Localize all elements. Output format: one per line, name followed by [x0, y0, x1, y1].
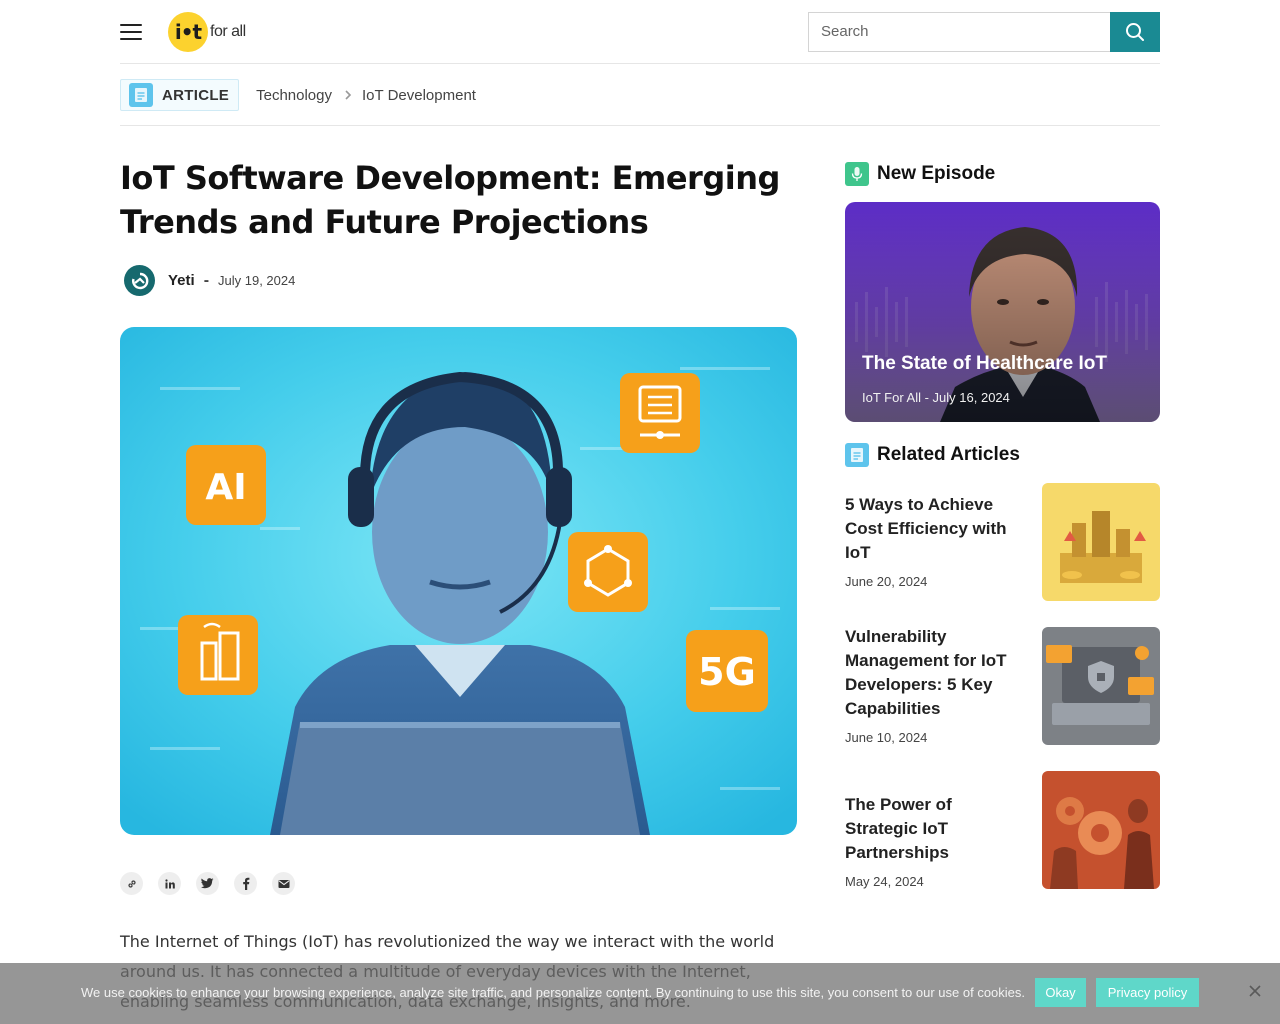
new-episode-label: New Episode	[877, 163, 996, 184]
article-date: July 19, 2024	[218, 273, 296, 288]
svg-text:AI: AI	[205, 467, 246, 508]
author-name[interactable]: Yeti	[168, 272, 195, 289]
microphone-icon	[845, 162, 869, 186]
related-article-item[interactable]: 5 Ways to Achieve Cost Efficiency with I…	[845, 483, 1160, 601]
share-bar	[120, 872, 310, 895]
search-input[interactable]	[808, 11, 1110, 52]
author-line: Yeti - July 19, 2024	[124, 265, 295, 296]
facebook-icon[interactable]	[234, 872, 257, 895]
email-icon[interactable]	[272, 872, 295, 895]
search-bar	[808, 11, 1160, 52]
related-article-item[interactable]: The Power of Strategic IoT Partnerships …	[845, 771, 1160, 889]
site-header: i•t for all	[120, 0, 1160, 64]
article-badge-label: ARTICLE	[162, 86, 230, 104]
search-icon	[1126, 22, 1144, 41]
cookie-okay-button[interactable]: Okay	[1035, 978, 1086, 1007]
article-title: IoT Software Development: Emerging Trend…	[120, 159, 780, 241]
related-articles-heading: Related Articles	[845, 443, 1020, 467]
related-article-title[interactable]: The Power of Strategic IoT Partnerships	[845, 793, 1027, 865]
author-avatar[interactable]	[124, 265, 155, 296]
related-article-title[interactable]: 5 Ways to Achieve Cost Efficiency with I…	[845, 493, 1027, 565]
site-logo[interactable]: i•t for all	[168, 11, 246, 52]
related-article-item[interactable]: Vulnerability Management for IoT Develop…	[845, 627, 1160, 745]
breadcrumb-iot-development[interactable]: IoT Development	[362, 87, 476, 104]
episode-image	[845, 202, 1160, 422]
twitter-icon[interactable]	[196, 872, 219, 895]
chevron-right-icon	[344, 89, 352, 101]
link-icon[interactable]	[120, 872, 143, 895]
linkedin-icon[interactable]	[158, 872, 181, 895]
episode-card[interactable]: The State of Healthcare IoT IoT For All …	[845, 202, 1160, 422]
svg-text:5G: 5G	[698, 650, 756, 694]
search-button[interactable]	[1110, 11, 1160, 52]
document-icon	[129, 83, 153, 107]
logo-mark: i•t	[168, 11, 208, 52]
close-icon[interactable]	[1245, 981, 1265, 1001]
related-article-date: May 24, 2024	[845, 874, 924, 889]
author-separator: -	[203, 271, 210, 289]
related-article-thumbnail[interactable]	[1042, 771, 1160, 889]
breadcrumb: ARTICLE Technology IoT Development	[120, 65, 1160, 126]
article-type-badge: ARTICLE	[120, 79, 240, 111]
related-article-title[interactable]: Vulnerability Management for IoT Develop…	[845, 625, 1027, 721]
cookie-text: We use cookies to enhance your browsing …	[81, 985, 1026, 1000]
related-article-thumbnail[interactable]	[1042, 483, 1160, 601]
cookie-banner: We use cookies to enhance your browsing …	[0, 963, 1280, 1024]
related-article-thumbnail[interactable]	[1042, 627, 1160, 745]
new-episode-heading: New Episode	[845, 162, 995, 186]
breadcrumb-technology[interactable]: Technology	[256, 87, 332, 104]
hero-image: AI 5G	[120, 327, 797, 835]
episode-title[interactable]: The State of Healthcare IoT	[862, 353, 1107, 375]
document-icon	[845, 443, 869, 467]
episode-meta: IoT For All - July 16, 2024	[862, 390, 1010, 405]
related-articles-label: Related Articles	[877, 444, 1020, 465]
related-article-date: June 20, 2024	[845, 574, 928, 589]
logo-text: for all	[210, 22, 246, 40]
privacy-policy-button[interactable]: Privacy policy	[1096, 978, 1199, 1007]
related-article-date: June 10, 2024	[845, 730, 928, 745]
menu-icon[interactable]	[120, 23, 142, 40]
